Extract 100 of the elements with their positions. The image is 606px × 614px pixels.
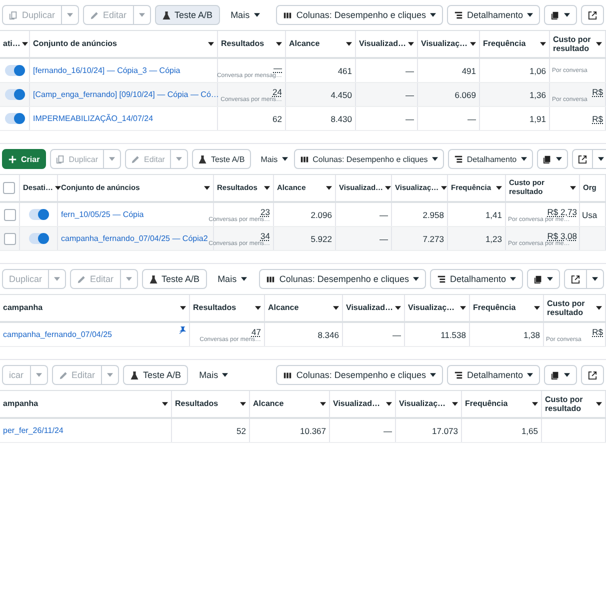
columns-dropdown[interactable]: Colunas: Desempenho e cliques [276,5,443,25]
metric-value: 10.367 [300,426,326,436]
toggle-switch[interactable] [28,209,48,220]
column-header[interactable]: Visualizaç… [408,303,455,313]
sort-caret-icon[interactable] [240,402,246,406]
sort-caret-icon[interactable] [180,306,186,310]
columns-dropdown[interactable]: Colunas: Desempenho e cliques [276,365,443,385]
column-header[interactable]: Resultados [193,303,236,313]
ad-set-link[interactable]: IMPERMEABILIZAÇÃO_14/07/24 [33,114,154,123]
columns-dropdown[interactable]: Colunas: Desempenho e cliques [294,149,444,169]
sort-caret-icon[interactable] [596,306,602,310]
sort-caret-icon[interactable] [162,402,168,406]
ad-set-link[interactable]: [fernando_16/10/24] — Cópia_3 — Cópia [33,66,180,75]
ad-set-link[interactable]: fern_10/05/25 — Cópia [61,210,144,219]
sort-caret-icon[interactable] [496,186,502,190]
column-header[interactable]: Alcance [268,303,299,313]
sort-caret-icon[interactable] [276,42,282,46]
ad-set-link[interactable]: [Camp_enga_fernando] [09/10/24] — Cópia — Có… [33,90,219,99]
ad-set-link[interactable]: per_fer_26/11/24 [3,426,64,435]
column-header[interactable]: Frequência [483,39,526,49]
ab-test-button[interactable]: Teste A/B [123,365,188,385]
sort-caret-icon[interactable] [255,306,261,310]
column-header[interactable]: campanha [3,303,43,313]
breakdown-dropdown[interactable]: Detalhamento [446,365,540,385]
caret-icon [138,13,145,17]
caret-icon [54,277,60,281]
column-header[interactable]: Visualizad… [333,399,380,409]
caret-icon [240,277,247,281]
toggle-switch[interactable] [4,65,24,76]
column-header[interactable]: ati… [3,39,20,49]
dropdown-button[interactable] [592,149,606,169]
sort-caret-icon[interactable] [208,42,214,46]
sort-caret-icon[interactable] [440,186,447,190]
export-button[interactable] [572,149,593,169]
sort-caret-icon[interactable] [320,402,326,406]
column-header[interactable]: Custo por resultado [553,34,594,54]
column-header[interactable]: Conjunto de anúncios [33,39,117,49]
reports-dropdown[interactable] [536,149,568,169]
sort-caret-icon[interactable] [22,42,28,46]
column-header[interactable]: Frequência [473,303,516,313]
breakdown-dropdown[interactable]: Detalhamento [446,5,540,25]
column-header[interactable]: Resultados [175,399,218,409]
column-header[interactable]: Visualizad… [346,303,393,313]
metric-value: R$ [592,86,603,96]
column-header[interactable]: ampanha [3,399,38,409]
columns-dropdown[interactable]: Colunas: Desempenho e cliques [259,269,426,289]
select-all-checkbox[interactable] [3,182,15,194]
sort-caret-icon[interactable] [540,42,546,46]
export-button[interactable] [564,269,587,289]
metric-value: R$ 2,73 [547,206,577,216]
ab-test-button[interactable]: Teste A/B [142,269,207,289]
ab-test-button[interactable]: Teste A/B [192,149,251,169]
sort-caret-icon[interactable] [596,42,602,46]
sort-caret-icon[interactable] [55,186,62,190]
export-button[interactable] [581,365,604,385]
column-header[interactable]: Visualizaç… [399,399,446,409]
flask-icon [130,370,140,380]
sort-caret-icon[interactable] [346,42,352,46]
dropdown-button[interactable] [587,269,604,289]
ad-set-link[interactable]: campanha_fernando_07/04/25 [3,330,112,339]
column-header[interactable]: Frequência [465,399,508,409]
ab-test-button[interactable]: Teste A/B [154,5,220,25]
toggle-switch[interactable] [4,89,24,100]
breakdown-dropdown[interactable]: Detalhamento [430,269,523,289]
column-header[interactable]: Visualizad… [359,39,406,49]
caret-icon [432,157,438,161]
metric-value: 2.958 [422,210,444,220]
sort-caret-icon[interactable] [386,402,392,406]
column-header[interactable]: Alcance [289,39,320,49]
sort-caret-icon[interactable] [204,186,210,190]
sort-caret-icon[interactable] [534,306,540,310]
sort-caret-icon[interactable] [452,402,458,406]
row-checkbox[interactable] [4,208,16,220]
column-header[interactable]: Visualizaç… [421,39,468,49]
column-header[interactable]: Custo por resultado [547,298,594,318]
sort-caret-icon[interactable] [460,306,466,310]
sort-caret-icon[interactable] [470,42,476,46]
export-button[interactable] [581,5,604,25]
sort-caret-icon[interactable] [333,306,339,310]
sort-caret-icon[interactable] [570,186,576,190]
column-header[interactable]: Resultados [221,39,264,49]
sort-caret-icon[interactable] [326,186,332,190]
sort-caret-icon[interactable] [532,402,538,406]
sort-caret-icon[interactable] [395,306,401,310]
sort-caret-icon[interactable] [596,402,602,406]
toggle-switch[interactable] [4,113,24,124]
column-header[interactable]: Custo por resultado [545,394,594,414]
sort-caret-icon[interactable] [264,186,270,190]
sort-caret-icon[interactable] [408,42,414,46]
ad-set-link[interactable]: campanha_fernando_07/04/25 — Cópia2 [61,234,208,243]
breakdown-dropdown[interactable]: Detalhamento [448,149,533,169]
toggle-switch[interactable] [28,233,48,244]
reports-dropdown[interactable] [544,365,577,385]
pin-icon[interactable] [178,326,186,334]
sort-caret-icon[interactable] [385,186,392,190]
reports-dropdown[interactable] [544,5,577,25]
reports-dropdown[interactable] [527,269,560,289]
create-button[interactable]: Criar [2,149,46,169]
column-header[interactable]: Alcance [253,399,284,409]
row-checkbox[interactable] [4,232,16,244]
